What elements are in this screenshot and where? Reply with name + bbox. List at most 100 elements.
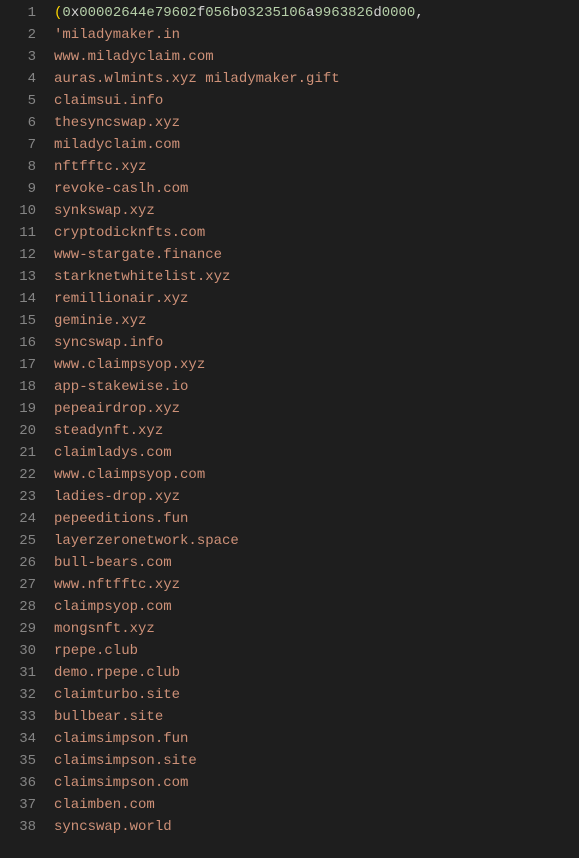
line-number: 13 [10, 266, 36, 288]
token-number: 0000 [382, 5, 416, 21]
token-string: claimsimpson.com [54, 775, 188, 791]
line-number: 34 [10, 728, 36, 750]
token-string: bull-bears.com [54, 555, 172, 571]
token-string: www.miladyclaim.com [54, 49, 214, 65]
token-string: bullbear.site [54, 709, 163, 725]
code-line: syncswap.world [54, 816, 579, 838]
token-string: starknetwhitelist.xyz [54, 269, 230, 285]
token-letter: f [197, 5, 205, 21]
code-line: rpepe.club [54, 640, 579, 662]
code-line: steadynft.xyz [54, 420, 579, 442]
code-line: bullbear.site [54, 706, 579, 728]
line-number: 24 [10, 508, 36, 530]
token-string: rpepe.club [54, 643, 138, 659]
line-number: 1 [10, 2, 36, 24]
token-number: 9963826 [315, 5, 374, 21]
code-line: claimturbo.site [54, 684, 579, 706]
code-line: cryptodicknfts.com [54, 222, 579, 244]
code-line: miladyclaim.com [54, 134, 579, 156]
code-line: thesyncswap.xyz [54, 112, 579, 134]
token-string: demo.rpepe.club [54, 665, 180, 681]
code-area[interactable]: (0x00002644e79602f056b03235106a9963826d0… [54, 2, 579, 838]
token-string: layerzeronetwork.space [54, 533, 239, 549]
code-line: claimsimpson.com [54, 772, 579, 794]
token-letter: b [230, 5, 238, 21]
token-string: syncswap.world [54, 819, 172, 835]
code-line: www.nftfftc.xyz [54, 574, 579, 596]
code-line: app-stakewise.io [54, 376, 579, 398]
code-line: claimladys.com [54, 442, 579, 464]
line-number: 31 [10, 662, 36, 684]
code-line: bull-bears.com [54, 552, 579, 574]
code-line: www.claimpsyop.xyz [54, 354, 579, 376]
line-number: 6 [10, 112, 36, 134]
line-number: 15 [10, 310, 36, 332]
line-number: 11 [10, 222, 36, 244]
token-string: auras.wlmints.xyz miladymaker.gift [54, 71, 340, 87]
line-number: 2 [10, 24, 36, 46]
line-number: 18 [10, 376, 36, 398]
code-line: nftfftc.xyz [54, 156, 579, 178]
line-number: 37 [10, 794, 36, 816]
line-number: 22 [10, 464, 36, 486]
code-line: 'miladymaker.in [54, 24, 579, 46]
code-line: syncswap.info [54, 332, 579, 354]
token-string: thesyncswap.xyz [54, 115, 180, 131]
line-number: 29 [10, 618, 36, 640]
code-line: auras.wlmints.xyz miladymaker.gift [54, 68, 579, 90]
code-line: claimsimpson.fun [54, 728, 579, 750]
token-string: 'miladymaker.in [54, 27, 180, 43]
code-line: www-stargate.finance [54, 244, 579, 266]
code-line: claimsimpson.site [54, 750, 579, 772]
token-string: claimpsyop.com [54, 599, 172, 615]
code-line: pepeairdrop.xyz [54, 398, 579, 420]
token-string: claimturbo.site [54, 687, 180, 703]
token-letter: d [373, 5, 381, 21]
code-line: mongsnft.xyz [54, 618, 579, 640]
token-string: geminie.xyz [54, 313, 146, 329]
token-string: app-stakewise.io [54, 379, 188, 395]
token-string: steadynft.xyz [54, 423, 163, 439]
line-number: 14 [10, 288, 36, 310]
token-string: www.claimpsyop.xyz [54, 357, 205, 373]
token-string: claimladys.com [54, 445, 172, 461]
token-string: pepeeditions.fun [54, 511, 188, 527]
code-line: demo.rpepe.club [54, 662, 579, 684]
line-number: 12 [10, 244, 36, 266]
line-number: 27 [10, 574, 36, 596]
code-line: claimpsyop.com [54, 596, 579, 618]
line-number: 28 [10, 596, 36, 618]
line-number: 21 [10, 442, 36, 464]
token-string: revoke-caslh.com [54, 181, 188, 197]
token-number: 00002644e79602 [79, 5, 197, 21]
token-string: cryptodicknfts.com [54, 225, 205, 241]
token-string: ladies-drop.xyz [54, 489, 180, 505]
token-string: www.nftfftc.xyz [54, 577, 180, 593]
token-number: 056 [205, 5, 230, 21]
code-line: claimsui.info [54, 90, 579, 112]
code-line: revoke-caslh.com [54, 178, 579, 200]
line-number: 33 [10, 706, 36, 728]
line-number: 8 [10, 156, 36, 178]
token-number: 03235106 [239, 5, 306, 21]
line-number: 9 [10, 178, 36, 200]
line-number: 23 [10, 486, 36, 508]
line-number: 25 [10, 530, 36, 552]
token-comma: , [415, 5, 423, 21]
line-number: 5 [10, 90, 36, 112]
line-number: 38 [10, 816, 36, 838]
code-line: layerzeronetwork.space [54, 530, 579, 552]
code-line: claimben.com [54, 794, 579, 816]
token-string: www.claimpsyop.com [54, 467, 205, 483]
token-string: claimsimpson.fun [54, 731, 188, 747]
code-line: www.miladyclaim.com [54, 46, 579, 68]
code-line: ladies-drop.xyz [54, 486, 579, 508]
line-number: 36 [10, 772, 36, 794]
token-number: 0 [62, 5, 70, 21]
line-number: 20 [10, 420, 36, 442]
line-number: 7 [10, 134, 36, 156]
line-number: 16 [10, 332, 36, 354]
code-line: remillionair.xyz [54, 288, 579, 310]
code-line: www.claimpsyop.com [54, 464, 579, 486]
code-line: pepeeditions.fun [54, 508, 579, 530]
